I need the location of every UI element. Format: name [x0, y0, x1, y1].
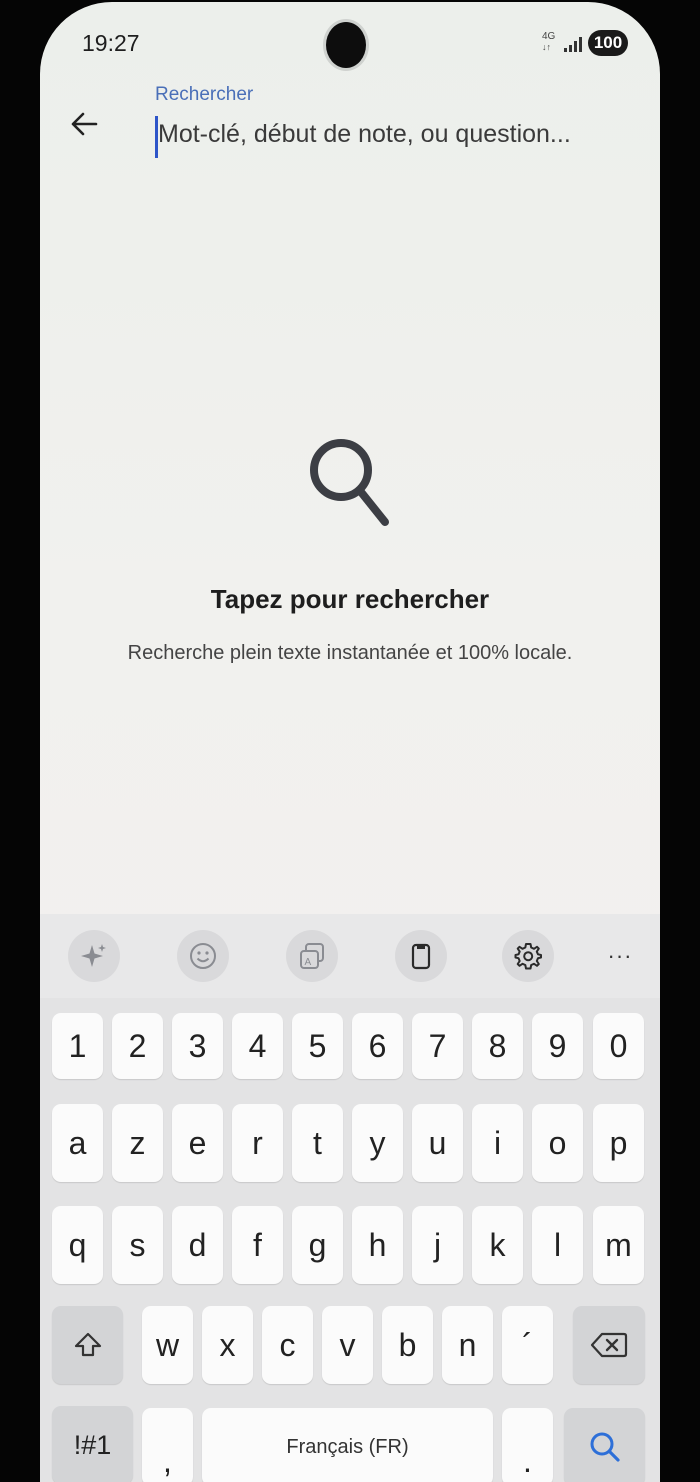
keyboard-settings-button[interactable]: [502, 930, 554, 982]
network-type-label: 4G: [542, 31, 556, 42]
search-icon: [310, 439, 389, 526]
period-key[interactable]: .: [502, 1408, 553, 1482]
translate-button[interactable]: A: [286, 930, 338, 982]
key-y[interactable]: y: [352, 1104, 403, 1182]
shift-key[interactable]: [52, 1306, 123, 1384]
key-6[interactable]: 6: [352, 1013, 403, 1079]
svg-text:A: A: [305, 957, 312, 968]
key-b[interactable]: b: [382, 1306, 433, 1384]
key-8[interactable]: 8: [472, 1013, 523, 1079]
keyboard-toolbar: A ···: [40, 914, 660, 998]
key-7[interactable]: 7: [412, 1013, 463, 1079]
emoji-button[interactable]: [177, 930, 229, 982]
back-button[interactable]: [62, 102, 106, 146]
key-n[interactable]: n: [442, 1306, 493, 1384]
key-u[interactable]: u: [412, 1104, 463, 1182]
key-a[interactable]: a: [52, 1104, 103, 1182]
backspace-icon: [590, 1332, 628, 1358]
key-q[interactable]: q: [52, 1206, 103, 1284]
comma-key[interactable]: ,: [142, 1408, 193, 1482]
key-k[interactable]: k: [472, 1206, 523, 1284]
shift-icon: [74, 1332, 101, 1357]
symbols-key[interactable]: !#1: [52, 1406, 133, 1482]
key-d[interactable]: d: [172, 1206, 223, 1284]
key-j[interactable]: j: [412, 1206, 463, 1284]
key-t[interactable]: t: [292, 1104, 343, 1182]
phone-screen: 19:27 4G↓↑ 100 Rechercher Tapez pour rec…: [40, 2, 660, 1482]
key-s[interactable]: s: [112, 1206, 163, 1284]
key-x[interactable]: x: [202, 1306, 253, 1384]
key-c[interactable]: c: [262, 1306, 313, 1384]
search-icon: [590, 1432, 620, 1462]
network-type-icon: 4G ↓↑: [542, 31, 556, 53]
arrow-left-icon: [71, 112, 98, 136]
key-o[interactable]: o: [532, 1104, 583, 1182]
key-h[interactable]: h: [352, 1206, 403, 1284]
ai-tools-button[interactable]: [68, 930, 120, 982]
key-l[interactable]: l: [532, 1206, 583, 1284]
status-time: 19:27: [82, 30, 140, 56]
translate-icon: A: [300, 943, 324, 969]
more-icon: ···: [607, 943, 633, 968]
key-f[interactable]: f: [232, 1206, 283, 1284]
search-input[interactable]: [155, 114, 638, 154]
signal-icon: [564, 37, 582, 52]
key-g[interactable]: g: [292, 1206, 343, 1284]
camera-cutout: [326, 22, 366, 68]
backspace-key[interactable]: [573, 1306, 645, 1384]
key-i[interactable]: i: [472, 1104, 523, 1182]
key-e[interactable]: e: [172, 1104, 223, 1182]
gear-icon: [514, 943, 542, 970]
search-action-key[interactable]: [564, 1408, 645, 1482]
battery-level: 100: [593, 33, 623, 52]
key-1[interactable]: 1: [52, 1013, 103, 1079]
clipboard-button[interactable]: [395, 930, 447, 982]
empty-state-title: Tapez pour rechercher: [210, 584, 490, 614]
text-cursor: [155, 116, 158, 158]
key-acute-accent[interactable]: ´: [502, 1306, 553, 1384]
key-w[interactable]: w: [142, 1306, 193, 1384]
key-5[interactable]: 5: [292, 1013, 343, 1079]
key-9[interactable]: 9: [532, 1013, 583, 1079]
key-p[interactable]: p: [593, 1104, 644, 1182]
empty-state-subtitle: Recherche plein texte instantanée et 100…: [127, 642, 573, 664]
battery-icon: 100: [588, 30, 628, 56]
key-0[interactable]: 0: [593, 1013, 644, 1079]
key-m[interactable]: m: [593, 1206, 644, 1284]
key-4[interactable]: 4: [232, 1013, 283, 1079]
sparkle-icon: [81, 944, 106, 967]
key-2[interactable]: 2: [112, 1013, 163, 1079]
key-z[interactable]: z: [112, 1104, 163, 1182]
key-v[interactable]: v: [322, 1306, 373, 1384]
more-options-button[interactable]: ···: [594, 930, 646, 982]
on-screen-keyboard: A ··· 1 2 3 4 5 6 7 8 9 0 a z e r t y u …: [40, 914, 660, 1482]
key-3[interactable]: 3: [172, 1013, 223, 1079]
emoji-icon: [190, 943, 216, 969]
search-field-label: Rechercher: [155, 84, 254, 105]
space-key[interactable]: Français (FR): [202, 1408, 493, 1482]
key-r[interactable]: r: [232, 1104, 283, 1182]
clipboard-icon: [411, 943, 431, 970]
